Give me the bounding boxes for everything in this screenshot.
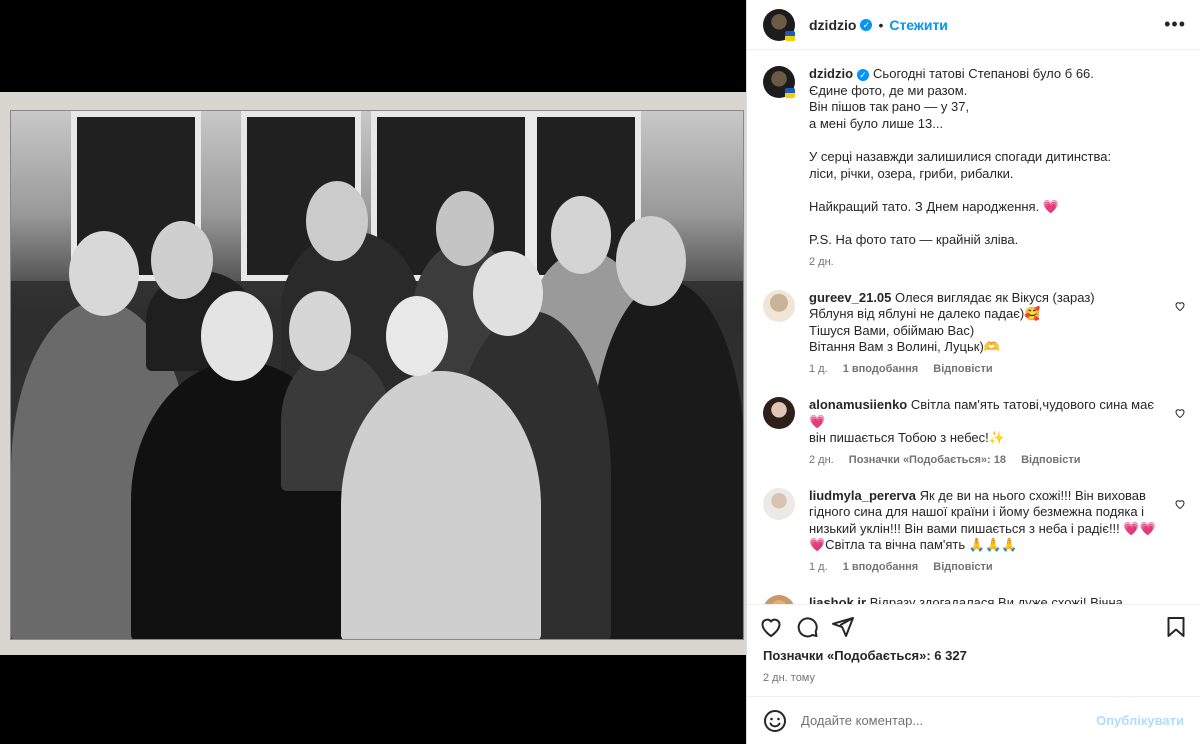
comment-item: liashok.ir Відразу здогадалася,Ви дуже с…	[763, 595, 1186, 604]
comment-likes[interactable]: 1 вподобання	[843, 363, 918, 375]
post-media[interactable]	[0, 0, 746, 744]
photo-face	[289, 291, 351, 371]
commenter-username[interactable]: alonamusiienko	[809, 397, 907, 412]
photo-face	[201, 291, 273, 381]
bookmark-icon[interactable]	[1164, 615, 1188, 639]
comment-input[interactable]	[801, 713, 1097, 728]
comment-icon[interactable]	[795, 615, 819, 639]
post-details-panel: dzidzio ✓ • Стежити ••• dzidzio ✓ Сьогодні…	[746, 0, 1200, 744]
photo-face	[386, 296, 448, 376]
photo-face	[306, 181, 368, 261]
comment-likes[interactable]: 1 вподобання	[843, 561, 918, 573]
comment-text: alonamusiienko Світла пам'ять татові,чуд…	[809, 397, 1186, 447]
caption-body: Сьогодні татові Степанові було б 66. Єди…	[809, 66, 1112, 247]
share-icon[interactable]	[831, 615, 855, 639]
photo-face	[69, 231, 139, 316]
verified-badge-icon: ✓	[857, 68, 870, 81]
publish-button[interactable]: Опублікувати	[1096, 713, 1184, 728]
likes-count[interactable]: Позначки «Подобається»: 6 327	[747, 648, 1200, 668]
comment-item: alonamusiienko Світла пам'ять татові,чуд…	[763, 396, 1186, 466]
add-comment-bar: Опублікувати	[747, 696, 1200, 744]
post-action-bar	[747, 604, 1200, 648]
photo-person	[341, 371, 541, 639]
heart-icon[interactable]	[1174, 407, 1186, 419]
photo-face	[436, 191, 494, 266]
reply-button[interactable]: Відповісти	[1021, 454, 1080, 466]
post-header: dzidzio ✓ • Стежити •••	[747, 0, 1200, 50]
follow-button[interactable]: Стежити	[889, 17, 948, 33]
comment-likes[interactable]: Позначки «Подобається»: 18	[849, 454, 1006, 466]
commenter-avatar[interactable]	[763, 487, 795, 520]
photo-face	[473, 251, 543, 336]
more-options-icon[interactable]: •••	[1164, 14, 1186, 35]
comment-time: 1 д.	[809, 561, 828, 574]
caption-meta: 2 дн.	[809, 256, 1186, 268]
heart-icon[interactable]	[1174, 498, 1186, 510]
reply-button[interactable]: Відповісти	[933, 561, 992, 573]
old-family-photograph	[10, 110, 744, 640]
comment-item: gureev_21.05 Олеся виглядає як Вікуся (з…	[763, 289, 1186, 375]
photo-face	[151, 221, 213, 299]
comment-meta: 1 д. 1 вподобання Відповісти	[809, 561, 1186, 573]
heart-icon[interactable]	[759, 615, 783, 639]
commenter-avatar[interactable]	[763, 595, 795, 604]
commenter-username[interactable]: gureev_21.05	[809, 290, 891, 305]
separator-dot: •	[878, 16, 884, 33]
comment-text: liudmyla_pererva Як де ви на нього схожі…	[809, 488, 1186, 554]
author-avatar[interactable]	[763, 8, 795, 41]
comment-meta: 1 д. 1 вподобання Відповісти	[809, 363, 1186, 375]
comment-text: liashok.ir Відразу здогадалася,Ви дуже с…	[809, 595, 1186, 604]
photo-face	[616, 216, 686, 306]
comment-text: gureev_21.05 Олеся виглядає як Вікуся (з…	[809, 290, 1186, 356]
caption-username[interactable]: dzidzio	[809, 66, 853, 81]
commenter-username[interactable]: liudmyla_pererva	[809, 488, 916, 503]
commenter-avatar[interactable]	[763, 396, 795, 429]
photo-person	[591, 281, 743, 639]
caption-block: dzidzio ✓ Сьогодні татові Степанові було б…	[763, 66, 1186, 268]
commenter-avatar[interactable]	[763, 289, 795, 322]
commenter-username[interactable]: liashok.ir	[809, 595, 866, 604]
comment-item: liudmyla_pererva Як де ви на нього схожі…	[763, 487, 1186, 573]
author-username[interactable]: dzidzio	[809, 17, 856, 33]
photo-face	[551, 196, 611, 274]
verified-badge-icon: ✓	[860, 18, 873, 31]
instagram-post-modal: dzidzio ✓ • Стежити ••• dzidzio ✓ Сьогодні…	[0, 0, 1200, 744]
reply-button[interactable]: Відповісти	[933, 363, 992, 375]
comments-scroll-area[interactable]: dzidzio ✓ Сьогодні татові Степанові було б…	[747, 50, 1200, 604]
emoji-icon[interactable]	[763, 709, 787, 733]
post-time: 2 дн. тому	[763, 672, 815, 684]
post-photo	[0, 92, 746, 655]
comment-meta: 2 дн. Позначки «Подобається»: 18 Відпові…	[809, 454, 1186, 466]
caption-text: dzidzio ✓ Сьогодні татові Степанові було б…	[809, 66, 1186, 249]
heart-icon[interactable]	[1174, 300, 1186, 312]
comment-time: 1 д.	[809, 362, 828, 375]
comment-time: 2 дн.	[809, 453, 834, 466]
caption-time: 2 дн.	[809, 255, 834, 268]
author-avatar[interactable]	[763, 66, 795, 98]
